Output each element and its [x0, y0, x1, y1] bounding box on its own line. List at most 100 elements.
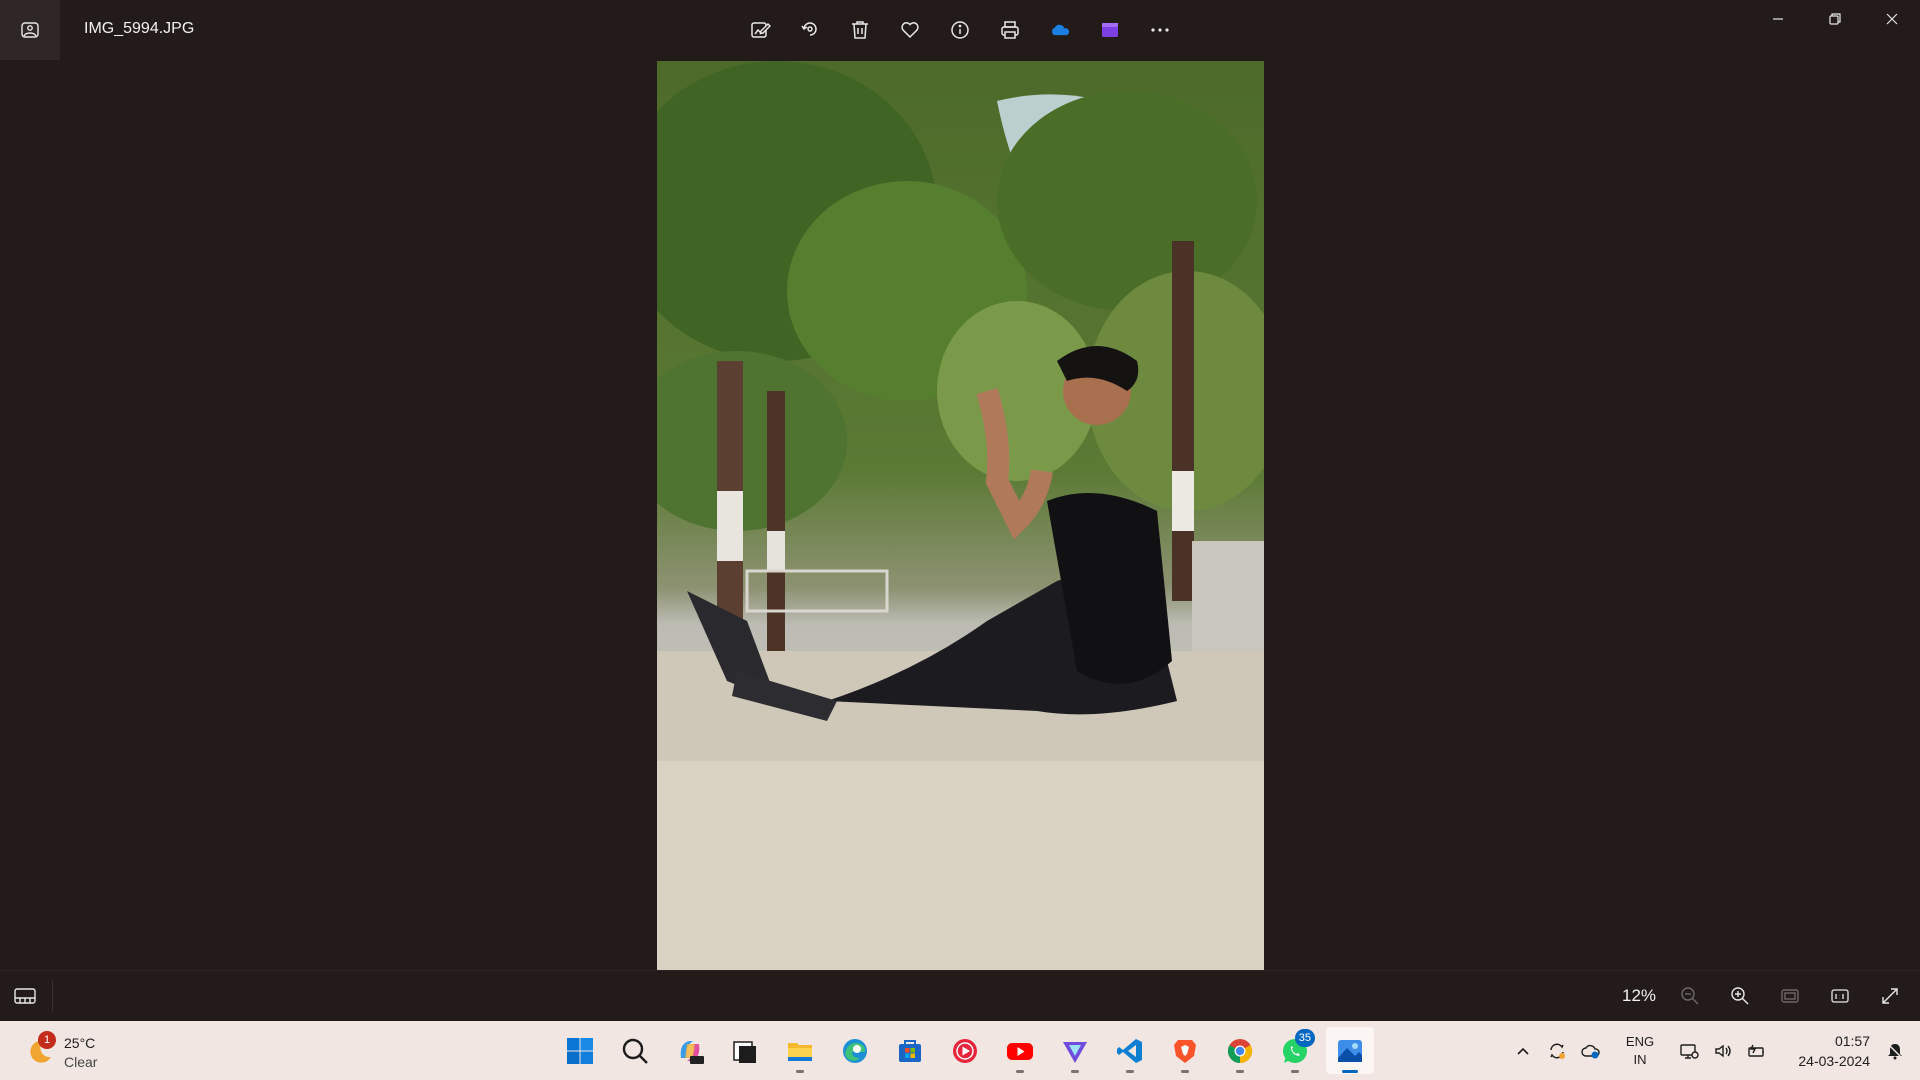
- photos-app-button[interactable]: [0, 0, 60, 60]
- rotate-button[interactable]: [790, 10, 830, 50]
- input-language-button[interactable]: ENG IN: [1616, 1033, 1664, 1069]
- clipchamp-icon: [1102, 23, 1118, 37]
- bottom-bar-divider: [52, 981, 53, 1011]
- zoom-in-button[interactable]: [1720, 976, 1760, 1016]
- task-view-icon: [733, 1040, 756, 1063]
- filmstrip-button[interactable]: [10, 983, 40, 1009]
- store-button[interactable]: [886, 1027, 934, 1074]
- onedrive-button[interactable]: [1040, 10, 1080, 50]
- copilot-button[interactable]: [666, 1027, 714, 1074]
- weather-alert-badge: 1: [38, 1031, 56, 1049]
- windows-logo-icon: [567, 1037, 593, 1064]
- folder-icon: [788, 1042, 812, 1061]
- running-indicator: [796, 1070, 804, 1073]
- whatsapp-notification-badge: 35: [1294, 1029, 1315, 1047]
- chevron-up-icon: [1517, 1047, 1529, 1055]
- zoom-out-icon: [1681, 987, 1699, 1005]
- zoom-level[interactable]: 12%: [1622, 986, 1656, 1006]
- fullscreen-button[interactable]: [1870, 976, 1910, 1016]
- notification-bell-icon: [1887, 1042, 1903, 1059]
- vscode-button[interactable]: [1106, 1027, 1154, 1074]
- delete-button[interactable]: [840, 10, 880, 50]
- task-view-button[interactable]: [721, 1027, 769, 1074]
- ellipsis-icon: [1151, 28, 1169, 32]
- actual-size-button[interactable]: [1820, 976, 1860, 1016]
- man-sitting-outdoors-photo: [657, 61, 1264, 970]
- zoom-out-button[interactable]: [1670, 976, 1710, 1016]
- more-options-button[interactable]: [1140, 10, 1180, 50]
- running-indicator: [1181, 1070, 1189, 1073]
- onedrive-cloud-icon: [1052, 24, 1070, 36]
- close-button[interactable]: [1863, 0, 1920, 38]
- chrome-button[interactable]: [1216, 1027, 1264, 1074]
- brave-button[interactable]: [1161, 1027, 1209, 1074]
- network-button[interactable]: [1672, 1031, 1706, 1071]
- fit-to-window-button[interactable]: [1770, 976, 1810, 1016]
- fit-window-icon: [1781, 989, 1799, 1003]
- print-button[interactable]: [990, 10, 1030, 50]
- store-icon: [899, 1039, 921, 1062]
- zoom-controls: [1670, 976, 1910, 1016]
- actual-size-icon: [1831, 989, 1849, 1003]
- running-indicator: [1071, 1070, 1079, 1073]
- volume-icon: [1715, 1044, 1731, 1057]
- media-player-button[interactable]: [941, 1027, 989, 1074]
- favorite-button[interactable]: [890, 10, 930, 50]
- weather-temperature: 25°C: [64, 1035, 96, 1051]
- info-icon: [951, 21, 969, 39]
- show-hidden-icons-button[interactable]: [1506, 1031, 1540, 1071]
- minimize-icon: [1772, 18, 1783, 20]
- sync-icon: [1550, 1043, 1565, 1059]
- clipchamp-button[interactable]: [1090, 10, 1130, 50]
- title-bar: IMG_5994.JPG: [0, 0, 1920, 60]
- edit-image-button[interactable]: [740, 10, 780, 50]
- running-indicator: [1236, 1070, 1244, 1073]
- start-button[interactable]: [556, 1027, 604, 1074]
- whatsapp-button[interactable]: 35: [1271, 1027, 1319, 1074]
- photos-app-icon: [21, 22, 39, 38]
- restore-button[interactable]: [1806, 0, 1863, 38]
- printer-icon: [1001, 21, 1019, 39]
- photos-button[interactable]: [1326, 1027, 1374, 1074]
- photo-viewer-image[interactable]: [657, 61, 1264, 970]
- file-explorer-button[interactable]: [776, 1027, 824, 1074]
- zoom-in-icon: [1731, 987, 1749, 1005]
- edge-icon: [843, 1038, 867, 1063]
- search-button[interactable]: [611, 1027, 659, 1074]
- battery-charging-icon: [1748, 1044, 1764, 1057]
- clock-date: 24-03-2024: [1798, 1052, 1870, 1069]
- language-region: IN: [1633, 1051, 1647, 1067]
- sync-tray-button[interactable]: [1540, 1031, 1574, 1071]
- fullscreen-icon: [1882, 988, 1898, 1004]
- window-controls: [1749, 0, 1920, 38]
- running-indicator: [1126, 1070, 1134, 1073]
- taskbar: 1 25°C Clear 35 ENG IN 01:57 24-03-2024: [0, 1021, 1920, 1080]
- bottom-bar: 12%: [0, 970, 1920, 1020]
- minimize-button[interactable]: [1749, 0, 1806, 38]
- vpn-icon: [1063, 1041, 1087, 1063]
- weather-condition: Clear: [64, 1054, 98, 1070]
- clock-button[interactable]: 01:57 24-03-2024: [1778, 1031, 1870, 1071]
- onedrive-tray-button[interactable]: [1574, 1031, 1608, 1071]
- running-indicator: [1016, 1070, 1024, 1073]
- youtube-icon: [1007, 1042, 1033, 1060]
- info-button[interactable]: [940, 10, 980, 50]
- rotate-icon: [801, 22, 817, 36]
- notifications-button[interactable]: [1878, 1031, 1912, 1071]
- weather-widget[interactable]: 1 25°C Clear: [24, 1029, 144, 1073]
- youtube-button[interactable]: [996, 1027, 1044, 1074]
- edit-image-icon: [751, 22, 771, 38]
- active-app-indicator: [1342, 1070, 1358, 1073]
- brave-icon: [1174, 1039, 1196, 1063]
- filmstrip-icon: [14, 988, 36, 1004]
- vpn-button[interactable]: [1051, 1027, 1099, 1074]
- restore-icon: [1828, 13, 1841, 25]
- vscode-icon: [1117, 1038, 1142, 1063]
- language-code: ENG: [1625, 1033, 1655, 1049]
- media-player-icon: [953, 1038, 977, 1063]
- volume-button[interactable]: [1706, 1031, 1740, 1071]
- clock-time: 01:57: [1834, 1032, 1870, 1049]
- edge-button[interactable]: [831, 1027, 879, 1074]
- battery-button[interactable]: [1740, 1031, 1774, 1071]
- image-toolbar: [740, 10, 1180, 50]
